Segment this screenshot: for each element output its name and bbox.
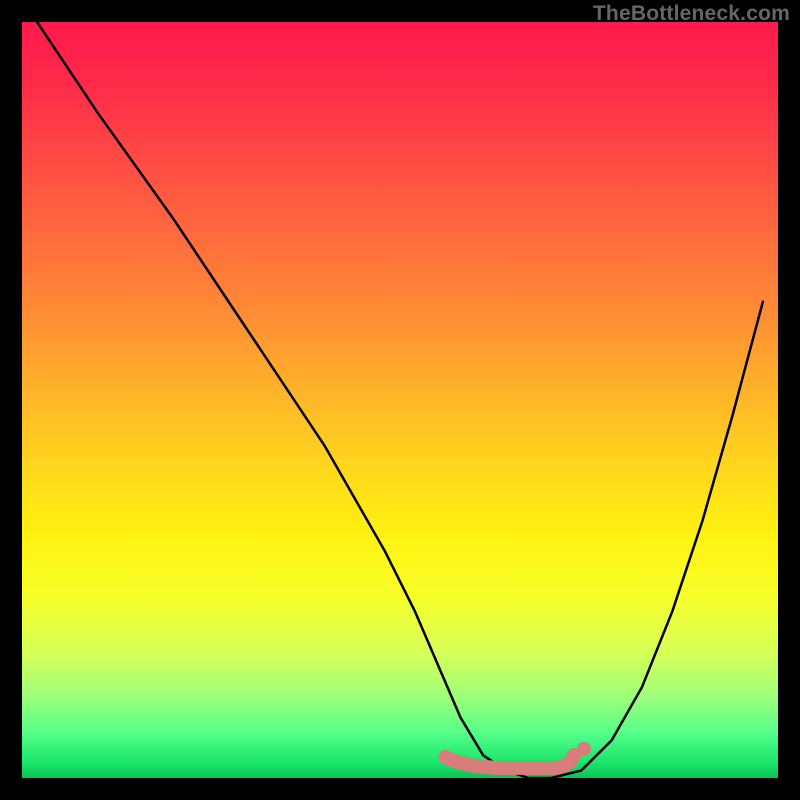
bottleneck-curve	[37, 22, 763, 778]
plot-area	[22, 22, 778, 778]
trough-marker-band	[445, 755, 574, 768]
watermark-text: TheBottleneck.com	[593, 2, 790, 26]
curve-layer	[22, 22, 778, 778]
chart-frame: TheBottleneck.com	[0, 0, 800, 800]
trough-marker-dot	[577, 742, 591, 756]
